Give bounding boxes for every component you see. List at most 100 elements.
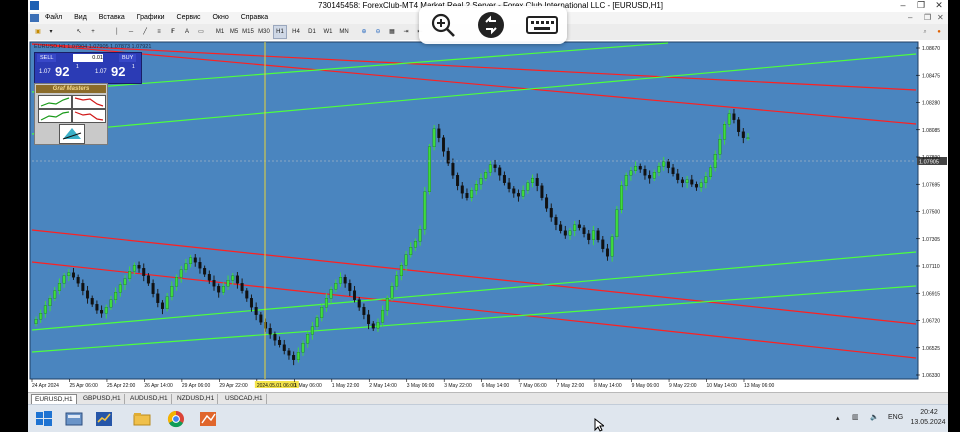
task-manager-icon[interactable] <box>64 409 84 429</box>
candle <box>620 180 624 214</box>
new-chart-icon[interactable]: ▣ <box>32 26 44 38</box>
tab-nzdusd-h1[interactable]: NZDUSD,H1 <box>174 394 219 404</box>
tf-h4[interactable]: H4 <box>290 26 302 38</box>
autoscroll-icon[interactable]: ⇥ <box>400 26 412 38</box>
candle <box>615 206 619 240</box>
time-axis-label: 1 May 22:00 <box>332 383 360 389</box>
price-axis-label: 1.08280 <box>922 101 940 107</box>
time-axis-label: 3 May 06:00 <box>407 383 435 389</box>
vertical-line-icon[interactable]: │ <box>112 26 122 38</box>
volume-icon[interactable]: 🔈 <box>870 413 879 432</box>
tf-m30[interactable]: M30 <box>258 26 270 38</box>
tile-windows-icon[interactable]: ▦ <box>386 26 398 38</box>
time-axis-label: 24 Apr 2024 <box>32 383 59 389</box>
uptrend-tool-button[interactable] <box>38 95 72 109</box>
maximize-button[interactable]: ❐ <box>912 0 930 12</box>
keyboard-icon[interactable] <box>525 11 559 39</box>
close-button[interactable]: ✕ <box>930 0 948 12</box>
crosshair-icon[interactable]: + <box>88 26 98 38</box>
time-axis-label: 26 Apr 14:00 <box>144 383 173 389</box>
channel-down-tool-button[interactable] <box>72 109 106 123</box>
tf-mn[interactable]: MN <box>338 26 350 38</box>
desktop-screen: 730145458: ForexClub-MT4 Market Real 2 S… <box>28 0 948 432</box>
tab-gbpusd-h1[interactable]: GBPUSD,H1 <box>80 394 125 404</box>
remote-session-toolbar <box>419 6 567 44</box>
sell-button[interactable]: SELL <box>37 54 57 62</box>
trendline-icon[interactable]: ╱ <box>140 26 150 38</box>
mdi-close-icon[interactable]: ✕ <box>937 12 944 24</box>
price-axis-label: 1.07500 <box>922 210 940 216</box>
clock-date[interactable]: 13.05.2024 <box>910 419 946 432</box>
time-axis-label: 7 May 22:00 <box>557 383 585 389</box>
tf-w1[interactable]: W1 <box>322 26 334 38</box>
time-axis-label: 2024.05.01 06:00 <box>257 383 296 389</box>
keyboard-language[interactable]: ENG <box>888 414 903 432</box>
remote-connection-icon[interactable] <box>477 11 505 39</box>
label-icon[interactable]: ▭ <box>196 26 206 38</box>
menu-window[interactable]: Окно <box>207 12 233 24</box>
time-axis-label: 25 Apr 22:00 <box>107 383 136 389</box>
menu-help[interactable]: Справка <box>236 12 273 24</box>
channel-up-tool-button[interactable] <box>38 109 72 123</box>
candle <box>540 183 544 201</box>
mdi-minimize-icon[interactable]: – <box>908 12 912 24</box>
price-axis-label: 1.08085 <box>922 128 940 134</box>
tf-m5[interactable]: M5 <box>228 26 240 38</box>
price-axis-label: 1.07110 <box>922 264 940 270</box>
buy-button[interactable]: BUY <box>119 54 137 62</box>
search-icon[interactable]: ⌕ <box>920 26 930 38</box>
metatrader-taskbar-icon[interactable] <box>94 409 114 429</box>
ray-tool-button[interactable] <box>59 124 85 144</box>
chrome-icon[interactable] <box>166 409 186 429</box>
zoom-in-icon[interactable] <box>429 11 457 39</box>
plot-area <box>29 41 919 380</box>
grafmasters-widget: Graf Masters <box>34 83 108 145</box>
signal-icon[interactable]: ● <box>934 26 944 38</box>
dropdown-icon[interactable]: ▾ <box>46 26 56 38</box>
cursor-icon[interactable]: ↖ <box>74 26 84 38</box>
text-icon[interactable]: A <box>182 26 192 38</box>
time-axis-label: 7 May 06:00 <box>519 383 547 389</box>
price-axis-label: 1.08475 <box>922 73 940 79</box>
menu-view[interactable]: Вид <box>69 12 92 24</box>
sell-price-pips[interactable]: 92 <box>55 64 69 79</box>
time-axis-label: 6 May 14:00 <box>482 383 510 389</box>
channel-icon[interactable]: ≡ <box>154 26 164 38</box>
terminal-app-icon[interactable] <box>198 409 218 429</box>
grafmasters-label: Graf Masters <box>36 85 106 93</box>
minimize-button[interactable]: – <box>894 0 912 12</box>
notification-chevron-icon[interactable]: ▴ <box>836 414 840 432</box>
tf-m15[interactable]: M15 <box>242 26 254 38</box>
mdi-restore-icon[interactable]: ❐ <box>924 12 931 24</box>
windows-taskbar: ▴ ▥ 🔈 ENG 20:42 13.05.2024 <box>28 404 948 432</box>
zoom-in-icon[interactable]: ⊕ <box>358 26 370 38</box>
sell-price-sup: 1 <box>76 64 79 70</box>
menu-tools[interactable]: Сервис <box>172 12 206 24</box>
price-axis-label: 1.07695 <box>922 182 940 188</box>
horizontal-line-icon[interactable]: ─ <box>126 26 136 38</box>
buy-price-pips[interactable]: 92 <box>111 64 125 79</box>
menu-charts[interactable]: Графики <box>132 12 170 24</box>
zoom-out-icon[interactable]: ⊖ <box>372 26 384 38</box>
lot-size-input[interactable]: 0.01 <box>73 54 103 62</box>
chart-area[interactable]: 1.07905 1.08670 1.08475 1.08280 1.08085 1.07… <box>28 40 948 392</box>
tab-audusd-h1[interactable]: AUDUSD,H1 <box>127 394 172 404</box>
menu-insert[interactable]: Вставка <box>94 12 130 24</box>
network-icon[interactable]: ▥ <box>852 413 859 432</box>
buy-price-sup: 1 <box>132 64 135 70</box>
windows-start-icon[interactable] <box>34 409 54 429</box>
menu-file[interactable]: Файл <box>40 12 67 24</box>
one-click-trade-panel: SELL 0.01 BUY 1.07 92 1 1.07 92 1 <box>34 52 142 84</box>
time-axis-label: 3 May 22:00 <box>444 383 472 389</box>
tf-h1[interactable]: H1 <box>273 25 287 39</box>
eurusd-h1-chart[interactable]: 1.07905 1.086701.084751.082801.080851.07… <box>28 40 948 392</box>
tab-usdcad-h1[interactable]: USDCAD,H1 <box>222 394 267 404</box>
price-axis-label: 1.06525 <box>922 346 940 352</box>
time-axis-label: 9 May 22:00 <box>669 383 697 389</box>
downtrend-tool-button[interactable] <box>72 95 106 109</box>
fibo-icon[interactable]: 𝐅 <box>168 26 178 38</box>
tf-d1[interactable]: D1 <box>306 26 318 38</box>
time-axis-label: 29 Apr 06:00 <box>182 383 211 389</box>
tf-m1[interactable]: M1 <box>214 26 226 38</box>
file-explorer-icon[interactable] <box>132 409 152 429</box>
